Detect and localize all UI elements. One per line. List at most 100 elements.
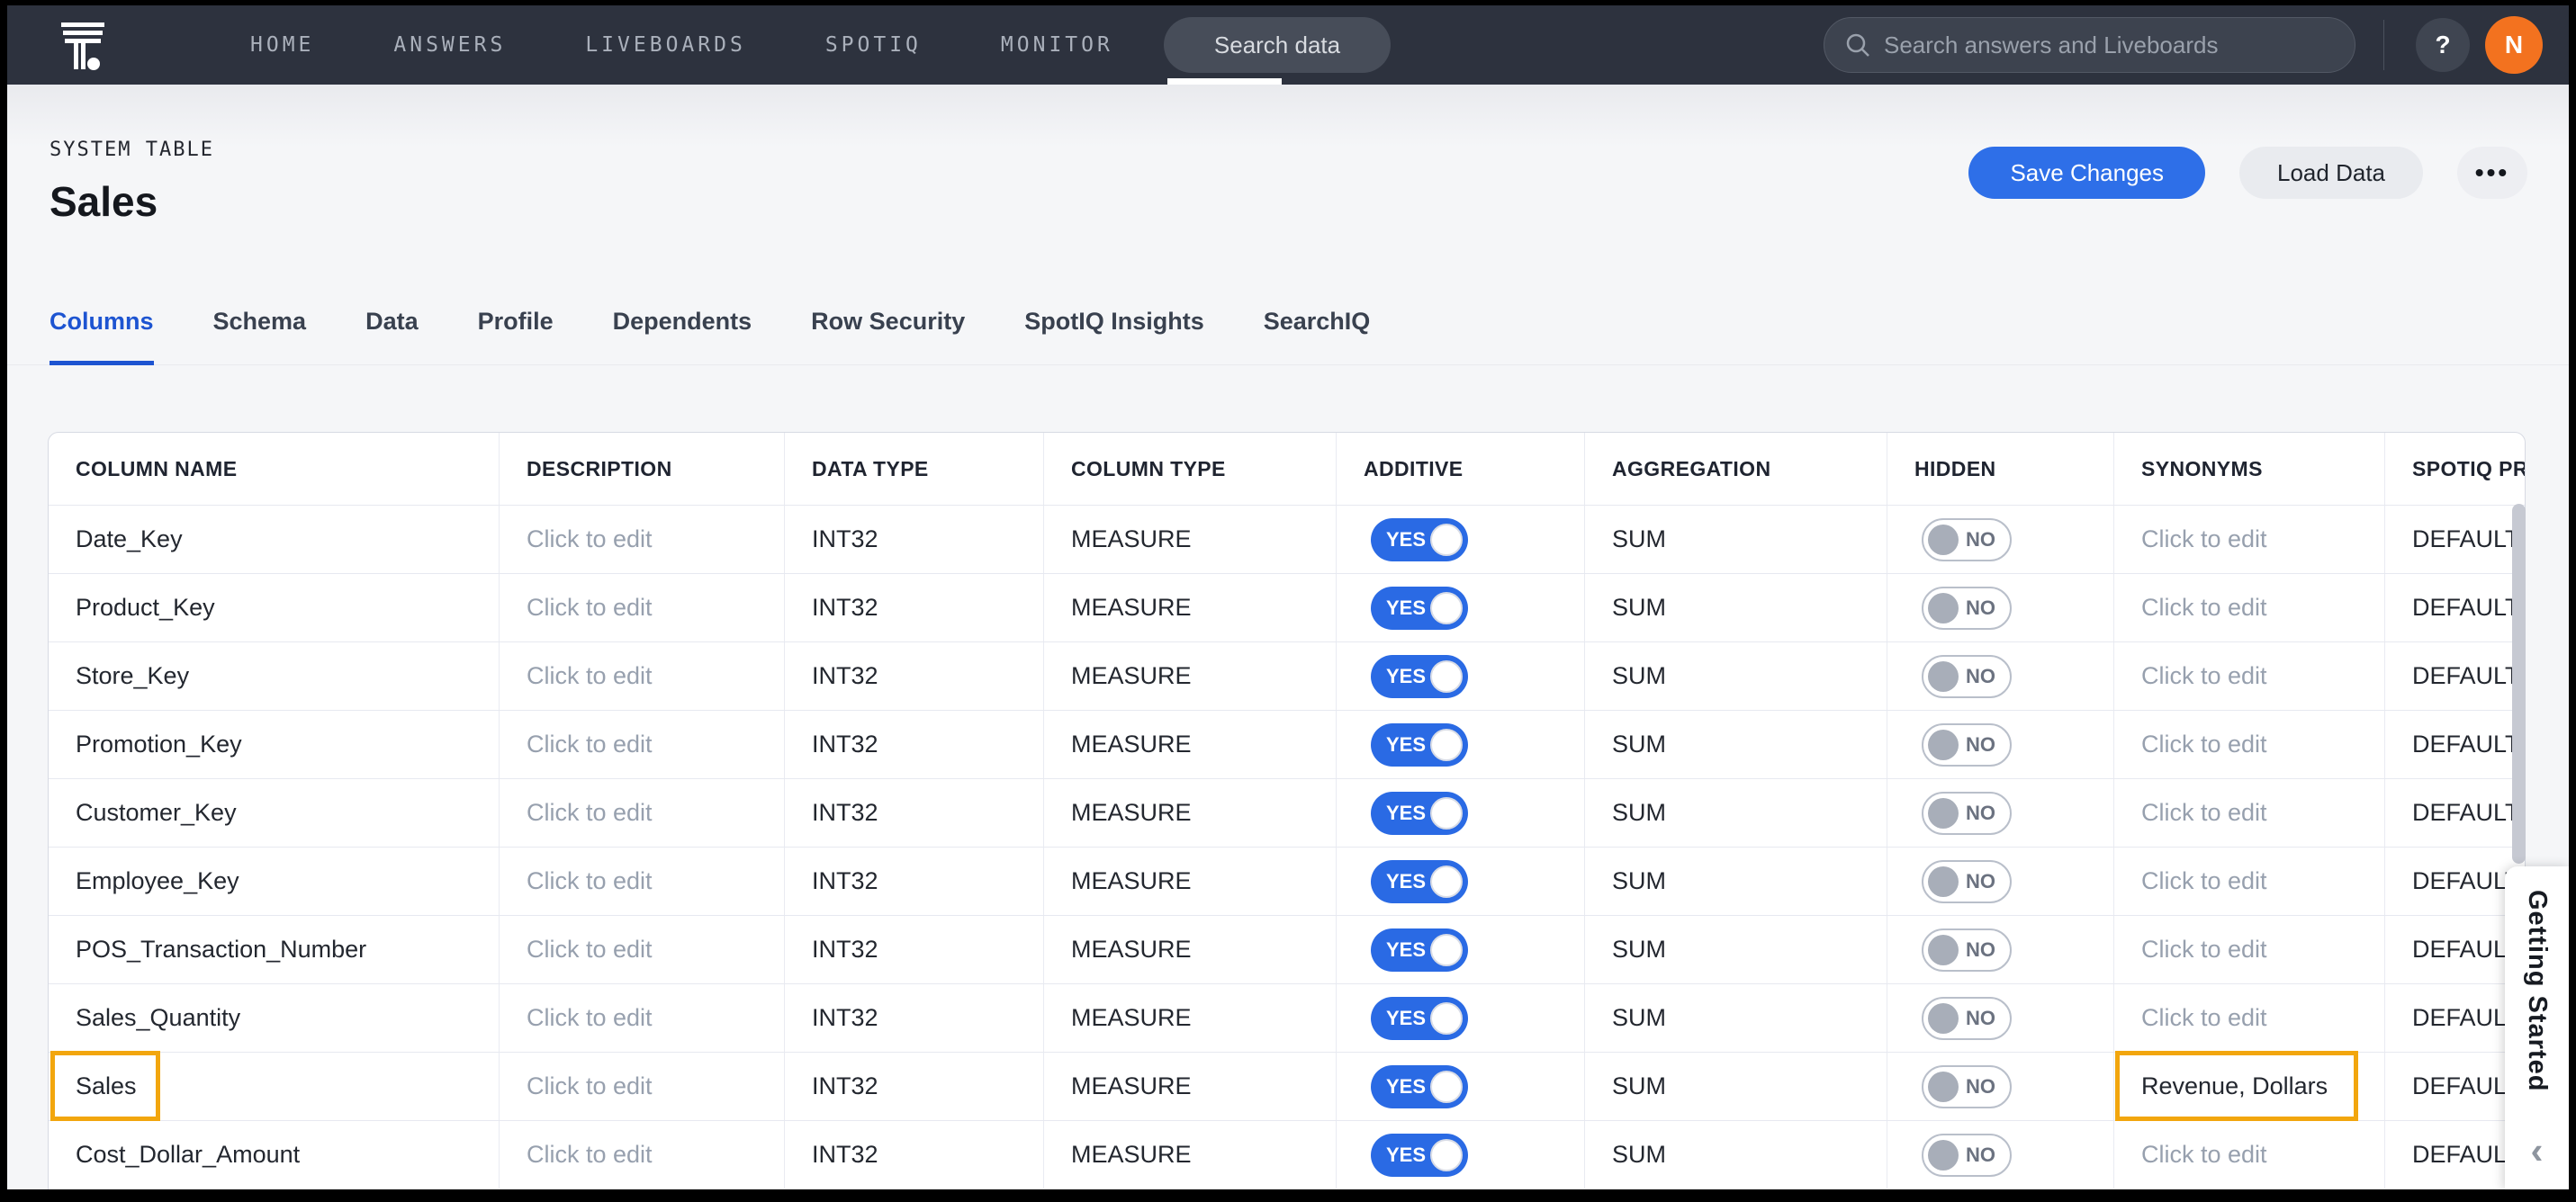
description-cell[interactable]: Click to edit [499, 916, 784, 983]
nav-item-spotiq[interactable]: SPOTIQ [786, 5, 961, 85]
aggregation-cell[interactable]: SUM [1584, 1121, 1887, 1189]
load-data-button[interactable]: Load Data [2239, 147, 2423, 199]
aggregation-cell[interactable]: SUM [1584, 574, 1887, 641]
hidden-toggle[interactable]: NO [1922, 1065, 2012, 1108]
thoughtspot-logo-icon[interactable] [54, 16, 112, 74]
more-options-button[interactable]: ••• [2457, 147, 2527, 199]
column-name-cell[interactable]: Employee_Key [49, 848, 499, 915]
hidden-toggle[interactable]: NO [1922, 997, 2012, 1040]
synonyms-cell[interactable]: Click to edit [2113, 574, 2384, 641]
tab-searchiq[interactable]: SearchIQ [1264, 279, 1371, 364]
spotiq-preference-cell[interactable]: DEFAULT [2384, 1121, 2525, 1189]
additive-toggle[interactable]: YES [1371, 587, 1468, 630]
additive-toggle[interactable]: YES [1371, 928, 1468, 972]
synonyms-cell[interactable]: Click to edit [2113, 779, 2384, 847]
nav-item-liveboards[interactable]: LIVEBOARDS [545, 5, 785, 85]
getting-started-panel[interactable]: Getting Started ‹ [2505, 866, 2569, 1189]
global-search-input[interactable] [1884, 31, 2335, 59]
vertical-scrollbar[interactable] [2512, 504, 2526, 864]
description-cell[interactable]: Click to edit [499, 779, 784, 847]
spotiq-preference-cell[interactable]: DEFAULT [2384, 984, 2525, 1052]
aggregation-cell[interactable]: SUM [1584, 1053, 1887, 1120]
synonyms-cell[interactable]: Click to edit [2113, 916, 2384, 983]
hidden-toggle[interactable]: NO [1922, 1134, 2012, 1177]
user-avatar[interactable]: N [2485, 16, 2543, 74]
synonyms-cell[interactable]: Click to edit [2113, 642, 2384, 710]
search-data-button[interactable]: Search data [1164, 17, 1391, 73]
spotiq-preference-cell[interactable]: DEFAULT [2384, 574, 2525, 641]
column-name-cell[interactable]: POS_Transaction_Number [49, 916, 499, 983]
column-name-cell[interactable]: Customer_Key [49, 779, 499, 847]
additive-toggle[interactable]: YES [1371, 860, 1468, 903]
column-name-cell[interactable]: Sales [49, 1053, 499, 1120]
hidden-toggle[interactable]: NO [1922, 928, 2012, 972]
data-type-cell: INT32 [784, 779, 1043, 847]
save-changes-button[interactable]: Save Changes [1968, 147, 2205, 199]
nav-item-answers[interactable]: ANSWERS [354, 5, 545, 85]
additive-toggle[interactable]: YES [1371, 518, 1468, 561]
column-name-cell[interactable]: Sales_Quantity [49, 984, 499, 1052]
hidden-toggle[interactable]: NO [1922, 518, 2012, 561]
hidden-toggle[interactable]: NO [1922, 655, 2012, 698]
table-row: Customer_KeyClick to editINT32MEASUREYES… [49, 778, 2525, 847]
tab-schema[interactable]: Schema [213, 279, 307, 364]
hidden-toggle-knob [1928, 1072, 1959, 1102]
additive-toggle[interactable]: YES [1371, 1134, 1468, 1177]
description-cell[interactable]: Click to edit [499, 1053, 784, 1120]
column-name-cell[interactable]: Store_Key [49, 642, 499, 710]
aggregation-cell[interactable]: SUM [1584, 848, 1887, 915]
chevron-left-icon[interactable]: ‹ [2531, 1132, 2544, 1170]
additive-toggle[interactable]: YES [1371, 655, 1468, 698]
hidden-cell: NO [1887, 1121, 2113, 1189]
hidden-toggle[interactable]: NO [1922, 587, 2012, 630]
tab-profile[interactable]: Profile [478, 279, 554, 364]
synonyms-cell[interactable]: Click to edit [2113, 1121, 2384, 1189]
spotiq-preference-cell[interactable]: DEFAULT [2384, 848, 2525, 915]
tab-data[interactable]: Data [365, 279, 419, 364]
description-cell[interactable]: Click to edit [499, 642, 784, 710]
column-name-cell[interactable]: Cost_Dollar_Amount [49, 1121, 499, 1189]
synonyms-cell[interactable]: Click to edit [2113, 984, 2384, 1052]
spotiq-preference-cell[interactable]: DEFAULT [2384, 779, 2525, 847]
tab-row-security[interactable]: Row Security [811, 279, 965, 364]
spotiq-preference-cell[interactable]: DEFAULT [2384, 711, 2525, 778]
tab-spotiq-insights[interactable]: SpotIQ Insights [1024, 279, 1204, 364]
column-name-cell[interactable]: Product_Key [49, 574, 499, 641]
spotiq-preference-cell[interactable]: DEFAULT [2384, 506, 2525, 573]
synonyms-cell[interactable]: Click to edit [2113, 506, 2384, 573]
aggregation-cell[interactable]: SUM [1584, 916, 1887, 983]
aggregation-cell[interactable]: SUM [1584, 984, 1887, 1052]
hidden-toggle[interactable]: NO [1922, 792, 2012, 835]
description-cell[interactable]: Click to edit [499, 1121, 784, 1189]
description-cell[interactable]: Click to edit [499, 848, 784, 915]
column-name-cell[interactable]: Promotion_Key [49, 711, 499, 778]
synonyms-cell[interactable]: Click to edit [2113, 848, 2384, 915]
additive-toggle[interactable]: YES [1371, 723, 1468, 767]
description-cell[interactable]: Click to edit [499, 574, 784, 641]
additive-toggle[interactable]: YES [1371, 792, 1468, 835]
aggregation-cell[interactable]: SUM [1584, 779, 1887, 847]
tab-dependents[interactable]: Dependents [613, 279, 752, 364]
aggregation-cell[interactable]: SUM [1584, 711, 1887, 778]
additive-toggle[interactable]: YES [1371, 997, 1468, 1040]
aggregation-cell[interactable]: SUM [1584, 642, 1887, 710]
hidden-cell: NO [1887, 506, 2113, 573]
spotiq-preference-cell[interactable]: DEFAULT [2384, 642, 2525, 710]
hidden-toggle-knob [1928, 730, 1959, 760]
synonyms-cell[interactable]: Revenue, Dollars [2113, 1053, 2384, 1120]
tab-columns[interactable]: Columns [50, 279, 154, 364]
synonyms-cell[interactable]: Click to edit [2113, 711, 2384, 778]
description-cell[interactable]: Click to edit [499, 506, 784, 573]
nav-item-monitor[interactable]: MONITOR [961, 5, 1153, 85]
nav-item-home[interactable]: HOME [211, 5, 354, 85]
description-cell[interactable]: Click to edit [499, 711, 784, 778]
column-name-cell[interactable]: Date_Key [49, 506, 499, 573]
description-cell[interactable]: Click to edit [499, 984, 784, 1052]
help-button[interactable]: ? [2416, 18, 2470, 72]
hidden-toggle[interactable]: NO [1922, 723, 2012, 767]
aggregation-cell[interactable]: SUM [1584, 506, 1887, 573]
spotiq-preference-cell[interactable]: DEFAULT [2384, 916, 2525, 983]
hidden-toggle[interactable]: NO [1922, 860, 2012, 903]
additive-toggle[interactable]: YES [1371, 1065, 1468, 1108]
spotiq-preference-cell[interactable]: DEFAULT [2384, 1053, 2525, 1120]
